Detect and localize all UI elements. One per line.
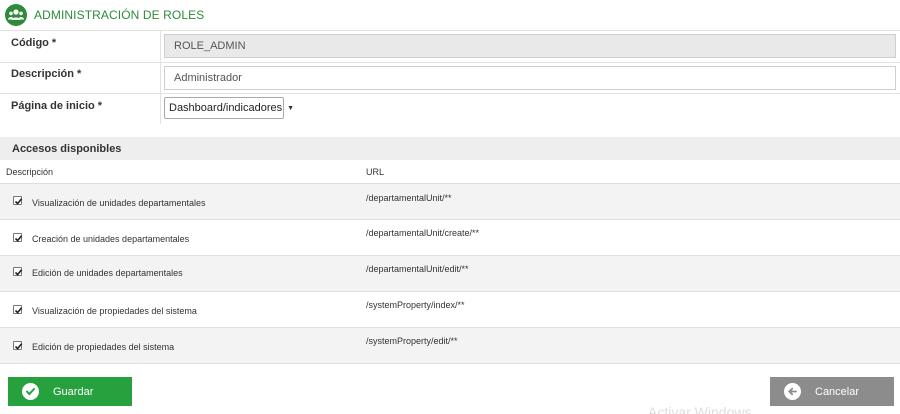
descripcion-field[interactable]	[164, 66, 896, 90]
row-description: Edición de propiedades del sistema	[32, 342, 175, 352]
accesos-table-header: Descripción URL	[0, 160, 900, 184]
row-description: Creación de unidades departamentales	[32, 234, 190, 244]
codigo-field[interactable]	[164, 34, 896, 58]
users-group-icon	[5, 4, 27, 26]
codigo-row: Código *	[0, 31, 900, 63]
arrow-left-circle-icon	[784, 383, 801, 400]
table-row: Edición de unidades departamentales /dep…	[0, 256, 900, 292]
cancel-button[interactable]: Cancelar	[770, 377, 894, 406]
page-header: ADMINISTRACIÓN DE ROLES	[0, 0, 900, 31]
pagina-inicio-select[interactable]: Dashboard/indicadores ▼	[164, 97, 294, 119]
col-descripcion: Descripción	[6, 167, 54, 177]
row-url: /systemProperty/edit/**	[366, 336, 458, 346]
table-row: Visualización de propiedades del sistema…	[0, 292, 900, 328]
row-url: /departamentalUnit/**	[366, 193, 452, 203]
row-checkbox[interactable]	[13, 305, 23, 314]
row-url: /systemProperty/index/**	[366, 300, 465, 310]
caret-down-icon: ▼	[287, 104, 295, 112]
pagina-inicio-value: Dashboard/indicadores	[169, 102, 283, 114]
save-button[interactable]: Guardar	[8, 377, 132, 406]
page-title: ADMINISTRACIÓN DE ROLES	[34, 8, 205, 22]
row-description: Edición de unidades departamentales	[32, 268, 183, 278]
table-row: Visualización de unidades departamentale…	[0, 184, 900, 220]
codigo-label: Código *	[11, 37, 57, 49]
cancel-button-label: Cancelar	[815, 385, 860, 398]
row-url: /departamentalUnit/create/**	[366, 228, 480, 238]
row-description: Visualización de propiedades del sistema	[32, 306, 197, 316]
save-button-label: Guardar	[53, 385, 94, 398]
os-watermark: Activar Windows	[648, 404, 752, 414]
checkmark-icon	[14, 307, 23, 314]
row-checkbox[interactable]	[13, 267, 23, 276]
accesos-section-header: Accesos disponibles	[0, 137, 900, 160]
descripcion-label: Descripción *	[11, 68, 82, 80]
check-circle-icon	[22, 383, 39, 400]
row-url: /departamentalUnit/edit/**	[366, 264, 469, 274]
form-divider	[160, 63, 161, 93]
row-checkbox[interactable]	[13, 233, 23, 242]
checkmark-icon	[14, 343, 23, 350]
row-checkbox[interactable]	[13, 196, 23, 205]
checkmark-icon	[14, 198, 23, 205]
row-description: Visualización de unidades departamentale…	[32, 198, 206, 208]
table-row: Edición de propiedades del sistema /syst…	[0, 328, 900, 364]
row-checkbox[interactable]	[13, 341, 23, 350]
form-divider	[160, 94, 161, 124]
form-divider	[160, 31, 161, 62]
col-url: URL	[366, 167, 385, 177]
checkmark-icon	[14, 269, 23, 276]
checkmark-icon	[14, 235, 23, 242]
descripcion-row: Descripción *	[0, 63, 900, 94]
pagina-inicio-label: Página de inicio *	[11, 100, 103, 112]
pagina-inicio-row: Página de inicio * Dashboard/indicadores…	[0, 94, 900, 124]
table-row: Creación de unidades departamentales /de…	[0, 220, 900, 256]
accesos-title: Accesos disponibles	[12, 142, 122, 155]
